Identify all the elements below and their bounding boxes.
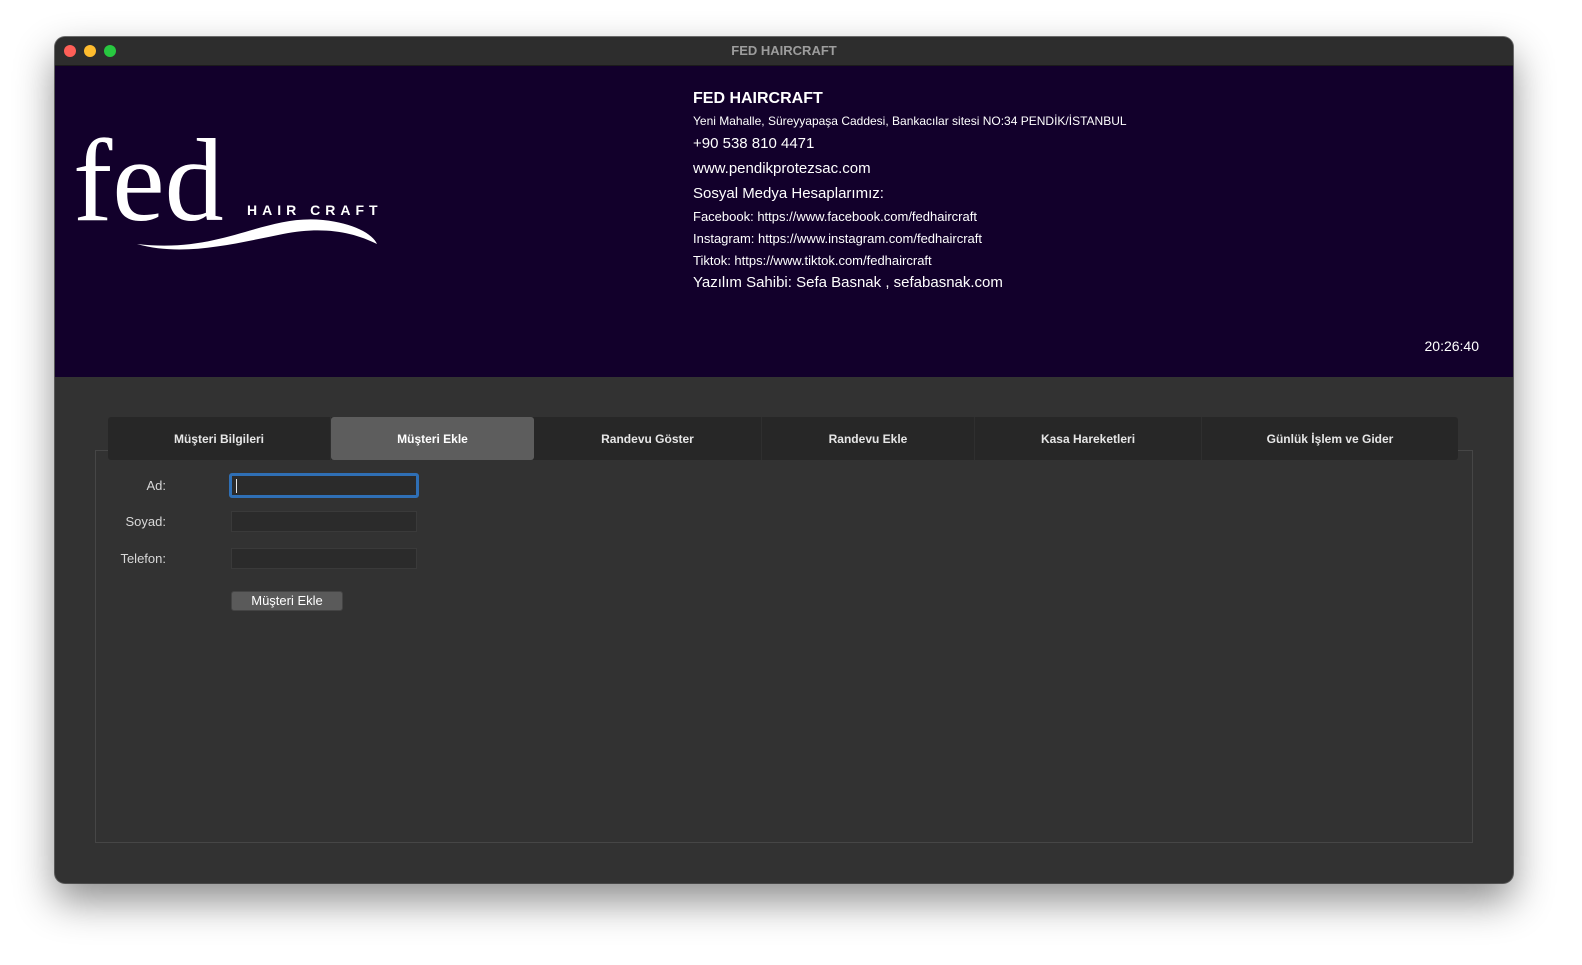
phone-label: Telefon: <box>120 551 166 566</box>
text-cursor <box>236 479 237 493</box>
window-title: FED HAIRCRAFT <box>731 43 837 58</box>
tab-add-appointment[interactable]: Randevu Ekle <box>762 417 975 460</box>
first-name-input[interactable] <box>229 473 419 498</box>
fed-logo: fed <box>73 122 377 250</box>
last-name-input[interactable] <box>231 511 417 532</box>
clock: 20:26:40 <box>1424 338 1480 354</box>
svg-text:fed: fed <box>73 122 224 246</box>
tab-panel: Ad: Soyad: Telefon: Müşteri Ekle <box>95 450 1473 843</box>
tab-daily-operations[interactable]: Günlük İşlem ve Gider <box>1202 417 1458 460</box>
tab-add-customer[interactable]: Müşteri Ekle <box>331 417 534 460</box>
business-website: www.pendikprotezsac.com <box>693 160 871 177</box>
business-address: Yeni Mahalle, Süreyyapaşa Caddesi, Banka… <box>693 114 1127 128</box>
instagram-link: Instagram: https://www.instagram.com/fed… <box>693 231 982 246</box>
add-customer-button[interactable]: Müşteri Ekle <box>231 591 343 611</box>
tab-customer-info[interactable]: Müşteri Bilgileri <box>108 417 331 460</box>
logo-subtext: HAIR CRAFT <box>247 202 383 218</box>
tab-cash-movements[interactable]: Kasa Hareketleri <box>975 417 1202 460</box>
last-name-label: Soyad: <box>125 514 166 529</box>
app-window: FED HAIRCRAFT fed HAIR CRAFT FED HAIRCRA… <box>55 37 1513 883</box>
social-heading: Sosyal Medya Hesaplarımız: <box>693 185 884 202</box>
business-header: fed HAIR CRAFT FED HAIRCRAFT Yeni Mahall… <box>55 66 1513 377</box>
tab-show-appointments[interactable]: Randevu Göster <box>534 417 762 460</box>
facebook-link: Facebook: https://www.facebook.com/fedha… <box>693 209 977 224</box>
business-phone: +90 538 810 4471 <box>693 135 815 152</box>
phone-input[interactable] <box>231 548 417 569</box>
software-author: Yazılım Sahibi: Sefa Basnak , sefabasnak… <box>693 274 1003 291</box>
first-name-label: Ad: <box>146 478 166 493</box>
title-bar: FED HAIRCRAFT <box>55 37 1513 66</box>
business-name: FED HAIRCRAFT <box>693 90 823 107</box>
tab-bar: Müşteri Bilgileri Müşteri Ekle Randevu G… <box>108 417 1458 460</box>
tiktok-link: Tiktok: https://www.tiktok.com/fedhaircr… <box>693 253 932 268</box>
